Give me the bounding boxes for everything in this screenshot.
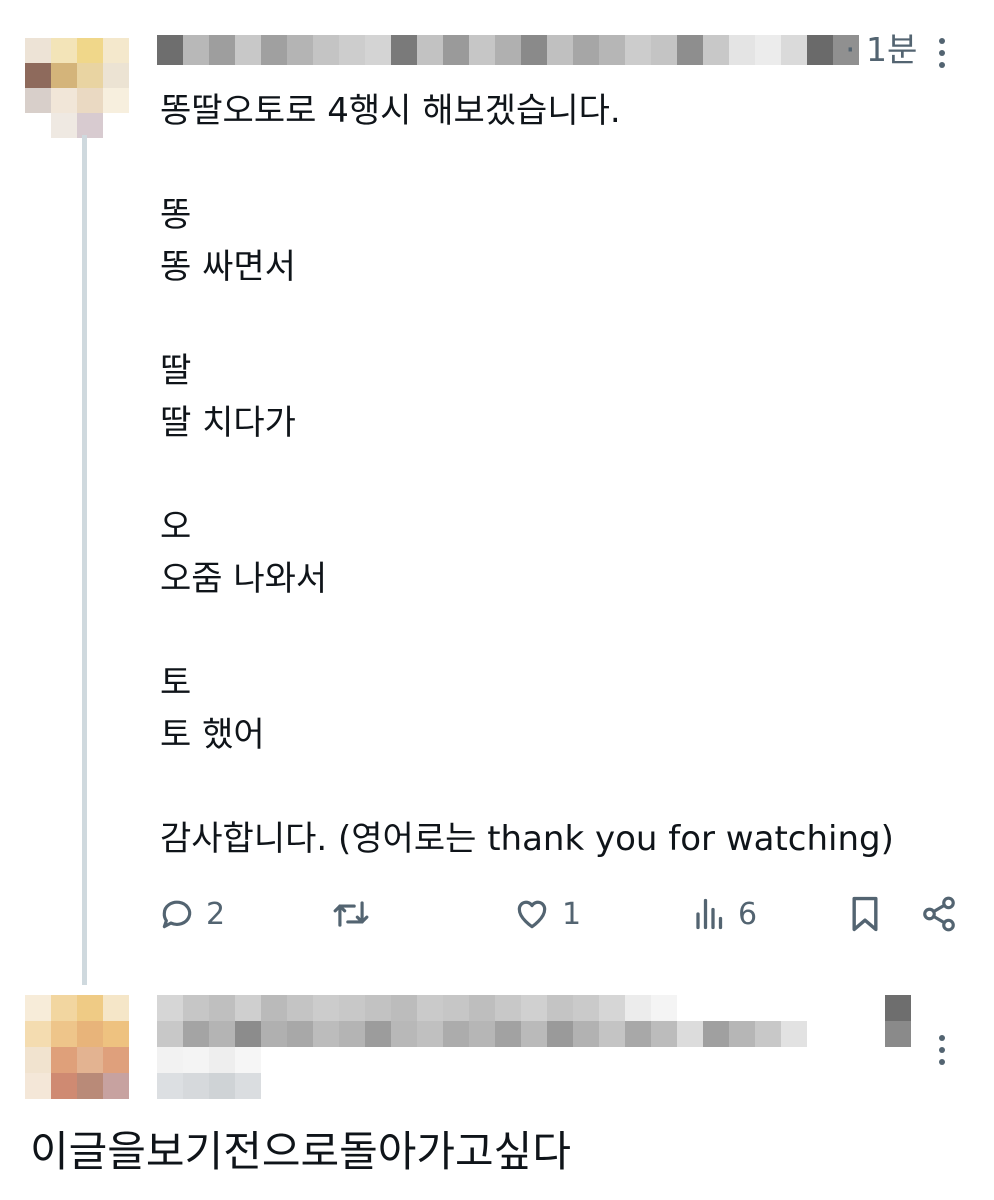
- post-line: 토: [160, 663, 192, 703]
- share-icon: [923, 896, 955, 932]
- post-line: 토 했어: [160, 715, 265, 755]
- reply-icon: [162, 900, 192, 929]
- post-line: [160, 605, 960, 657]
- thread-connector-line: [82, 135, 87, 985]
- like-button[interactable]: 1: [512, 895, 581, 933]
- views-icon: [696, 898, 723, 930]
- post-line: [160, 293, 960, 345]
- post-body: 똥딸오토로 4행시 해보겠습니다. 똥 똥 싸면서 딸 딸 치다가 오 오줌 나…: [160, 85, 960, 865]
- bookmark-icon: [852, 896, 878, 932]
- post-line: 감사합니다. (영어로는 thank you for watching): [160, 819, 894, 859]
- reply-more-icon[interactable]: [935, 1035, 949, 1065]
- post-line: 똥 싸면서: [160, 247, 296, 287]
- retweet-icon: [333, 901, 369, 927]
- post-line: [160, 449, 960, 501]
- post-line: 딸: [160, 351, 192, 391]
- post-line: 똥: [160, 195, 192, 235]
- reply-button[interactable]: 2: [158, 895, 225, 933]
- reply-avatar[interactable]: [25, 995, 129, 1099]
- views-button[interactable]: 6: [692, 895, 757, 933]
- post-action-bar: 2 1 6: [155, 895, 965, 945]
- views-count: 6: [738, 896, 758, 932]
- like-count: 1: [562, 896, 582, 932]
- reply-count: 2: [206, 896, 226, 932]
- share-button[interactable]: [920, 895, 958, 933]
- like-icon: [517, 900, 547, 929]
- retweet-button[interactable]: [330, 895, 372, 933]
- post-line: 딸 치다가: [160, 403, 296, 443]
- post-line: 오: [160, 507, 192, 547]
- avatar[interactable]: [25, 38, 129, 138]
- more-icon[interactable]: [935, 38, 949, 68]
- bookmark-button[interactable]: [848, 895, 882, 933]
- post-timestamp[interactable]: · 1분: [845, 30, 917, 70]
- post-line: 똥딸오토로 4행시 해보겠습니다.: [160, 91, 621, 131]
- post-line: [160, 761, 960, 813]
- reply-username-redacted[interactable]: [157, 995, 911, 1099]
- post-line: [160, 137, 960, 189]
- post-line: 오줌 나와서: [160, 559, 328, 599]
- reply-text: 이글을보기전으로돌아가고싶다: [30, 1127, 571, 1176]
